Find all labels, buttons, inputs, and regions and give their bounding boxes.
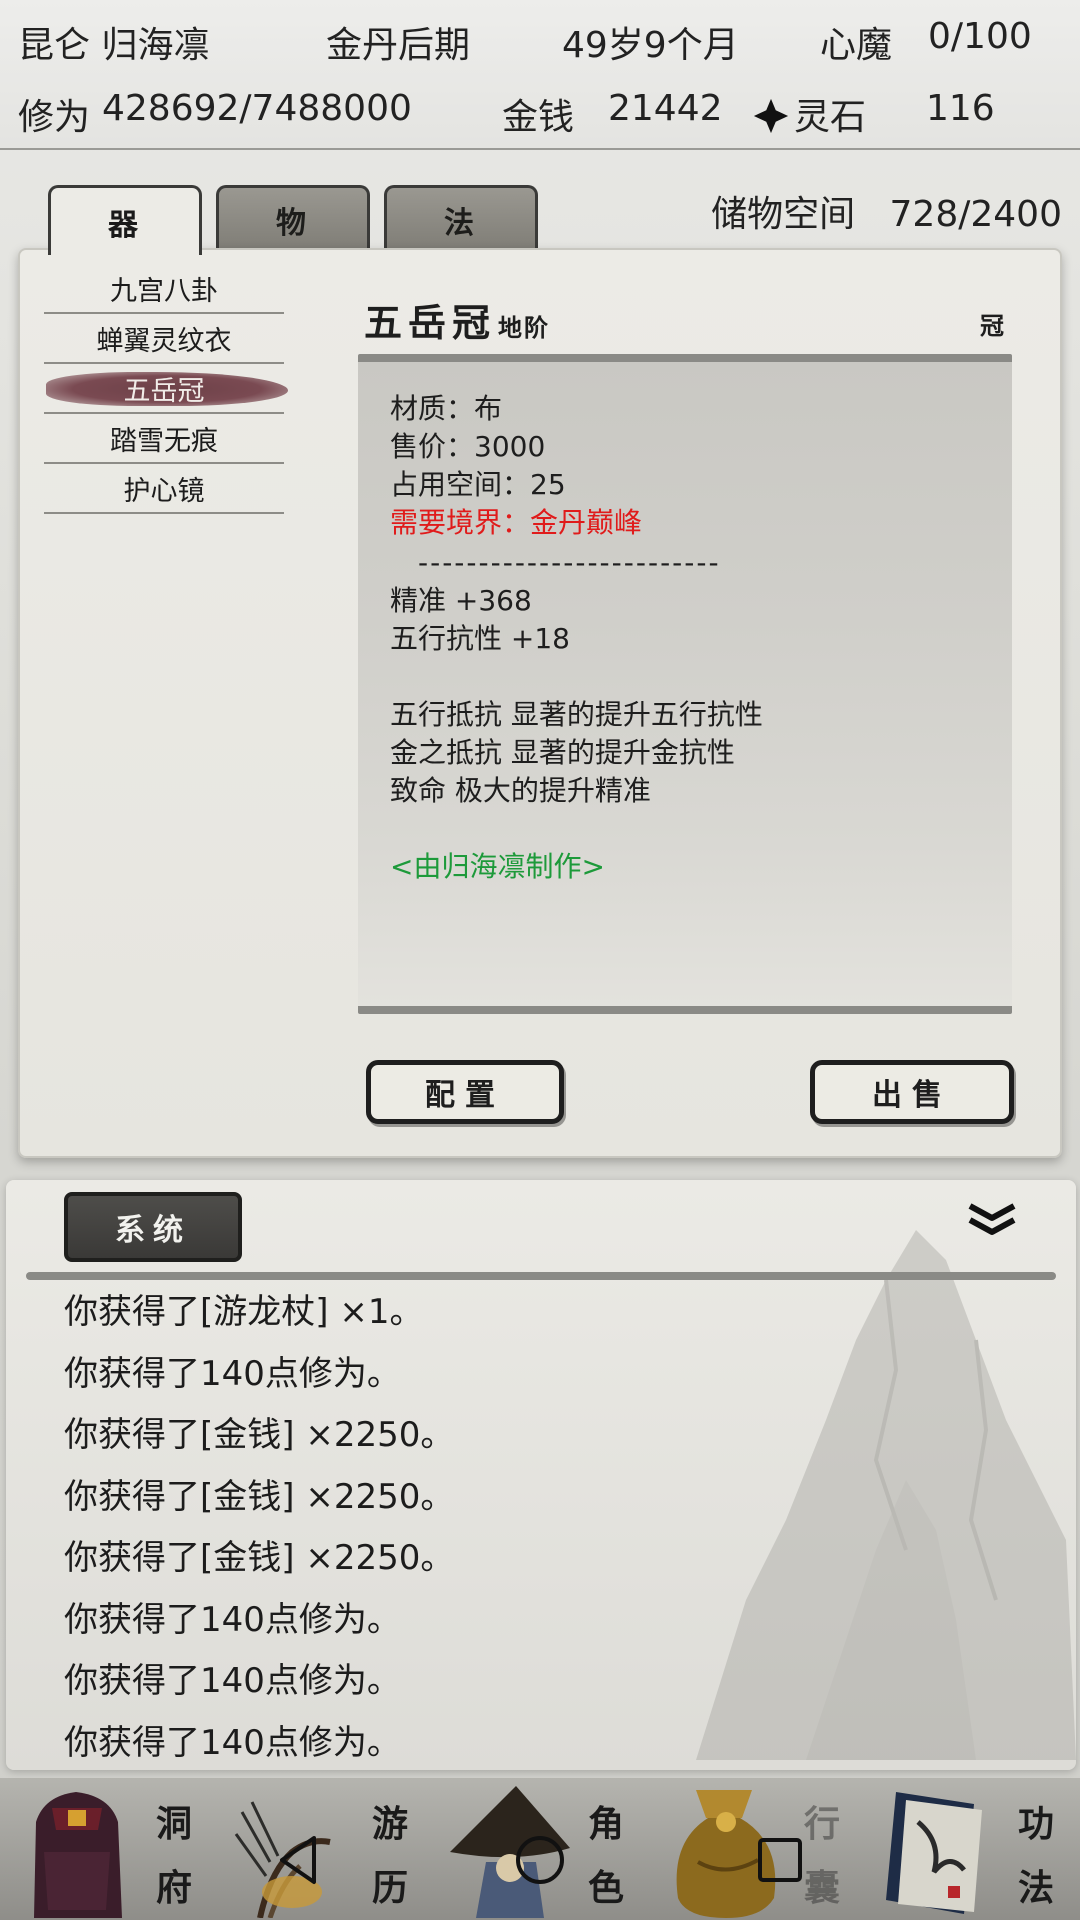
spirit-stone-value: 116	[926, 88, 995, 129]
storage-label: 储物空间	[711, 194, 856, 235]
cultivation-label: 修为	[18, 97, 91, 138]
nav-character-label: 角色	[587, 1803, 624, 1909]
item-name: 护心镜	[123, 475, 205, 507]
log-line: 你获得了140点修为。	[64, 1599, 401, 1640]
storage-value: 728/2400	[889, 194, 1062, 235]
item-detail-box: 材质：布 售价：3000 占用空间：25 需要境界：金丹巅峰 ---------…	[358, 354, 1012, 1014]
status-bar: 昆仑 归海凛 金丹后期 49岁9个月 心魔 0/100 修为 428692/74…	[0, 0, 1080, 150]
item-name: 五岳冠	[123, 375, 205, 407]
item-effect: 五行抵抗 显著的提升五行抗性	[390, 698, 763, 731]
item-title-name: 五岳冠	[364, 300, 497, 345]
heart-demon-value: 0/100	[928, 16, 1032, 57]
item-grade: 地阶	[498, 313, 551, 342]
item-maker: <由归海凛制作>	[390, 850, 605, 883]
list-item[interactable]: 踏雪无痕	[44, 414, 284, 464]
log-line: 你获得了140点修为。	[64, 1661, 401, 1701]
nav-travel-label: 游历	[371, 1803, 408, 1909]
item-effect: 致命 极大的提升精准	[390, 774, 651, 807]
recents-icon[interactable]	[750, 1830, 810, 1890]
log-line: 你获得了[游龙杖] ×1。	[64, 1292, 424, 1332]
item-requirement: 需要境界：金丹巅峰	[390, 506, 643, 539]
sell-button[interactable]: 出售	[810, 1060, 1014, 1124]
home-icon[interactable]	[510, 1830, 570, 1890]
list-item[interactable]: 蝉翼灵纹衣	[44, 314, 284, 364]
money-label: 金钱	[502, 97, 575, 138]
system-log-panel: 系统 你获得了[游龙杖] ×1。 你获得了140点修为。 你获得了[金钱] ×2…	[6, 1180, 1076, 1770]
nav-label: 角色	[584, 1792, 628, 1920]
item-detail-content: 材质：布 售价：3000 占用空间：25 需要境界：金丹巅峰 ---------…	[390, 390, 990, 886]
collapse-chevron-icon[interactable]	[964, 1200, 1020, 1240]
tab-techniques[interactable]: 法	[384, 185, 538, 251]
item-name: 九宫八卦	[110, 275, 218, 307]
storage-space: 储物空间 728/2400	[711, 185, 1062, 237]
item-title: 五岳冠地阶	[364, 292, 550, 347]
item-name: 蝉翼灵纹衣	[96, 325, 232, 357]
nav-cave[interactable]: 洞府	[0, 1778, 216, 1920]
back-icon[interactable]	[270, 1830, 330, 1890]
log-line: 你获得了140点修为。	[64, 1353, 401, 1394]
item-name: 踏雪无痕	[110, 425, 218, 457]
nav-label: 洞府	[152, 1792, 196, 1920]
cave-icon	[34, 1792, 122, 1918]
character-name: 昆仑 归海凛	[18, 25, 210, 66]
nav-label: 游历	[368, 1792, 412, 1920]
item-stat: 五行抗性 +18	[390, 622, 570, 655]
item-space: 占用空间：25	[390, 468, 566, 501]
list-item-selected[interactable]: 五岳冠	[44, 364, 288, 414]
item-slot: 冠	[980, 311, 1004, 340]
item-price: 售价：3000	[390, 430, 546, 463]
item-effect: 金之抵抗 显著的提升金抗性	[390, 736, 735, 769]
nav-manual[interactable]: 功法	[864, 1778, 1080, 1920]
realm-text: 金丹后期	[326, 25, 471, 66]
heart-demon-label: 心魔	[820, 25, 893, 66]
nav-cave-label: 洞府	[155, 1803, 192, 1909]
nav-label: 功法	[1014, 1792, 1058, 1920]
money-value: 21442	[608, 88, 723, 129]
inventory-panel: 九宫八卦 蝉翼灵纹衣 五岳冠 踏雪无痕 护心镜 五岳冠地阶 冠 材质：布 售价：…	[18, 248, 1062, 1158]
cultivation-value: 428692/7488000	[102, 88, 412, 129]
tab-equipment[interactable]: 器	[48, 185, 202, 255]
nav-manual-label: 功法	[1017, 1803, 1054, 1909]
spirit-stone-label: 灵石	[794, 97, 867, 138]
log-list: 你获得了[游龙杖] ×1。 你获得了140点修为。 你获得了[金钱] ×2250…	[64, 1282, 454, 1774]
item-stat: 精准 +368	[390, 584, 532, 617]
age-text: 49岁9个月	[562, 25, 739, 66]
tab-items[interactable]: 物	[216, 185, 370, 251]
log-line: 你获得了140点修为。	[64, 1722, 401, 1763]
item-list: 九宫八卦 蝉翼灵纹衣 五岳冠 踏雪无痕 护心镜	[44, 264, 288, 514]
item-material: 材质：布	[390, 392, 503, 425]
spirit-stone-icon	[753, 98, 789, 134]
tab-system[interactable]: 系统	[64, 1192, 242, 1262]
detail-separator: -------------------------	[418, 546, 721, 579]
equip-button[interactable]: 配置	[366, 1060, 564, 1124]
log-line: 你获得了[金钱] ×2250。	[64, 1476, 455, 1517]
log-line: 你获得了[金钱] ×2250。	[64, 1538, 455, 1578]
log-line: 你获得了[金钱] ×2250。	[64, 1415, 455, 1455]
log-divider	[26, 1272, 1056, 1280]
list-item[interactable]: 九宫八卦	[44, 264, 284, 314]
mountain-painting	[696, 1230, 1076, 1760]
spirit-stone: 灵石	[752, 88, 866, 140]
manual-icon	[886, 1792, 982, 1914]
list-item[interactable]: 护心镜	[44, 464, 284, 514]
